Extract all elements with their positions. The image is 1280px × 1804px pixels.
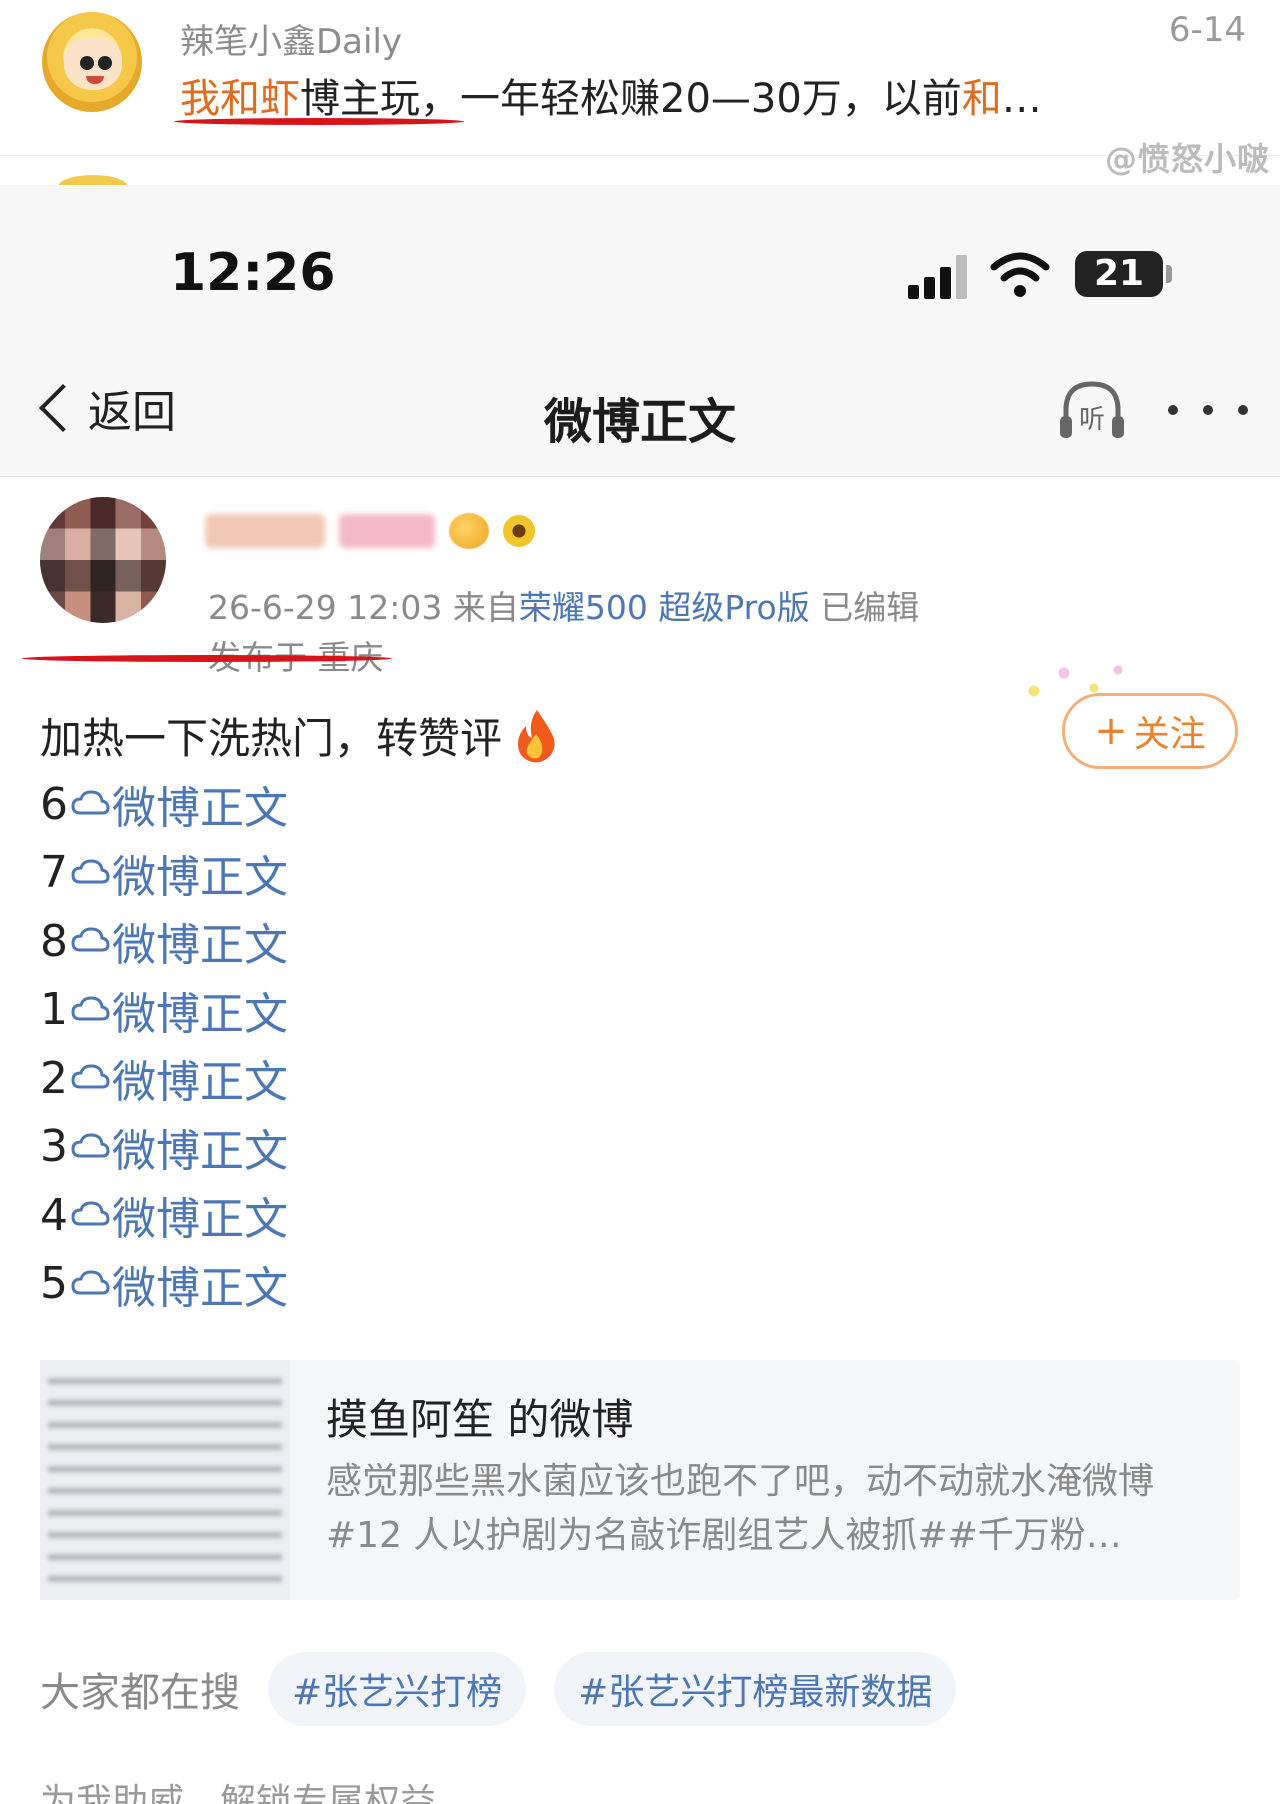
link-number: 5 bbox=[40, 1258, 68, 1310]
more-dot-icon bbox=[1168, 405, 1178, 415]
trending-search-row: 大家都在搜 #张艺兴打榜 #张艺兴打榜最新数据 bbox=[40, 1652, 957, 1726]
red-underline-annotation bbox=[174, 118, 464, 125]
post-datetime: 26-6-29 12:03 bbox=[208, 588, 443, 627]
link-number: 8 bbox=[40, 915, 68, 967]
divider bbox=[0, 155, 1280, 156]
link-text: 微博正文 bbox=[112, 920, 288, 972]
flower-badge-icon bbox=[503, 515, 535, 547]
link-number: 4 bbox=[40, 1189, 68, 1241]
device-link[interactable]: 荣耀500 超级Pro版 bbox=[519, 588, 810, 627]
blurred-thumbnail-text bbox=[48, 1378, 282, 1588]
link-number: 3 bbox=[40, 1121, 68, 1173]
weibo-link-row[interactable]: 5 微博正文 bbox=[40, 1250, 288, 1319]
author-name-blurred[interactable] bbox=[205, 513, 535, 549]
search-chip[interactable]: #张艺兴打榜 bbox=[268, 1652, 527, 1726]
post-meta: 26-6-29 12:03 来自荣耀500 超级Pro版 已编辑 bbox=[208, 581, 919, 629]
highlight-text: 和 bbox=[961, 76, 1002, 122]
fish-badge-icon bbox=[449, 513, 489, 549]
quoted-weibo-card[interactable]: 摸鱼阿笙 的微博 感觉那些黑水菌应该也跑不了吧，动不动就水淹微博#12 人以护剧… bbox=[40, 1360, 1240, 1600]
weibo-link-row[interactable]: 6 微博正文 bbox=[40, 770, 288, 839]
link-number: 7 bbox=[40, 847, 68, 899]
quoted-title: 摸鱼阿笙 的微博 bbox=[326, 1395, 634, 1444]
username[interactable]: 辣笔小鑫Daily bbox=[180, 14, 402, 63]
author-avatar[interactable] bbox=[40, 497, 166, 623]
notification-strip: 辣笔小鑫Daily 6-14 我和虾博主玩，一年轻松赚20—30万，以前和… @… bbox=[0, 0, 1280, 185]
link-text: 微博正文 bbox=[112, 783, 288, 835]
post-body: 加热一下洗热门，转赞评 bbox=[40, 705, 562, 766]
blurred-name bbox=[205, 514, 325, 548]
follow-label: 关注 bbox=[1133, 714, 1206, 755]
link-text: 微博正文 bbox=[112, 1057, 288, 1109]
weibo-link-row[interactable]: 3 微博正文 bbox=[40, 1113, 288, 1182]
blurred-badge bbox=[339, 514, 435, 548]
more-dot-icon bbox=[1238, 405, 1248, 415]
link-text: 微博正文 bbox=[112, 988, 288, 1040]
avatar-mosaic bbox=[40, 497, 166, 623]
more-options-button[interactable] bbox=[1168, 380, 1248, 440]
battery-tip bbox=[1166, 265, 1172, 283]
source-prefix: 来自 bbox=[452, 588, 519, 627]
ellipsis: … bbox=[1001, 76, 1042, 122]
wifi-icon bbox=[990, 252, 1050, 297]
preview-text-body: 博主玩，一年轻松赚20—30万，以前 bbox=[300, 76, 962, 122]
cutoff-text: 为我助威，解锁专属权益 bbox=[40, 1782, 437, 1804]
post-preview-text[interactable]: 我和虾博主玩，一年轻松赚20—30万，以前和… bbox=[180, 66, 1042, 124]
more-dot-icon bbox=[1203, 405, 1213, 415]
link-icon bbox=[71, 1064, 110, 1089]
link-icon bbox=[71, 790, 110, 815]
highlight-text: 我和虾 bbox=[180, 76, 300, 122]
avatar[interactable] bbox=[42, 12, 142, 112]
red-underline-annotation bbox=[22, 655, 392, 662]
follow-button[interactable]: + 关注 bbox=[1062, 693, 1238, 769]
weibo-link-row[interactable]: 2 微博正文 bbox=[40, 1044, 288, 1113]
weibo-link-row[interactable]: 8 微博正文 bbox=[40, 907, 288, 976]
post-body-text: 加热一下洗热门，转赞评 bbox=[40, 714, 503, 763]
navigation-bar: 返回 微博正文 听 bbox=[0, 340, 1280, 477]
link-icon bbox=[71, 1270, 110, 1295]
headphones-icon[interactable]: 听 bbox=[1056, 376, 1128, 444]
link-icon bbox=[71, 1201, 110, 1226]
plus-icon: + bbox=[1094, 708, 1128, 754]
link-number: 1 bbox=[40, 984, 68, 1036]
post-date: 6-14 bbox=[1168, 10, 1246, 50]
link-icon bbox=[71, 996, 110, 1021]
weibo-link-row[interactable]: 1 微博正文 bbox=[40, 976, 288, 1045]
link-number: 2 bbox=[40, 1052, 68, 1104]
weibo-link-row[interactable]: 4 微博正文 bbox=[40, 1181, 288, 1250]
next-item-avatar bbox=[58, 175, 128, 185]
quoted-body: 感觉那些黑水菌应该也跑不了吧，动不动就水淹微博#12 人以护剧为名敲诈剧组艺人被… bbox=[326, 1461, 1155, 1556]
quoted-thumbnail bbox=[40, 1360, 290, 1600]
link-text: 微博正文 bbox=[112, 1194, 288, 1246]
link-text: 微博正文 bbox=[112, 1262, 288, 1314]
link-list: 6 微博正文 7 微博正文 8 微博正文 1 微博正文 2 微博正文 3 微博正文 4 微博正文 5… bbox=[40, 770, 288, 1318]
trending-search-label: 大家都在搜 bbox=[40, 1670, 240, 1716]
link-icon bbox=[71, 927, 110, 952]
link-icon bbox=[71, 1133, 110, 1158]
battery-level: 21 bbox=[1093, 253, 1145, 294]
avatar-eye bbox=[98, 56, 112, 70]
status-bar: 12:26 21 bbox=[0, 185, 1280, 340]
search-chip[interactable]: #张艺兴打榜最新数据 bbox=[554, 1652, 957, 1726]
link-text: 微博正文 bbox=[112, 851, 288, 903]
watermark: @愤怒小啵 bbox=[1104, 140, 1270, 178]
edited-label: 已编辑 bbox=[820, 588, 920, 627]
signal-icon bbox=[908, 255, 972, 299]
weibo-link-row[interactable]: 7 微博正文 bbox=[40, 839, 288, 908]
fire-icon bbox=[518, 709, 555, 762]
clock: 12:26 bbox=[170, 243, 336, 303]
link-icon bbox=[71, 859, 110, 884]
phone-screenshot: 12:26 21 返回 微博正文 听 + 关注 26-6-29 12:03 来自… bbox=[0, 185, 1280, 1804]
listen-label: 听 bbox=[1079, 405, 1105, 435]
link-number: 6 bbox=[40, 778, 68, 830]
avatar-eye bbox=[80, 56, 94, 70]
link-text: 微博正文 bbox=[112, 1125, 288, 1177]
